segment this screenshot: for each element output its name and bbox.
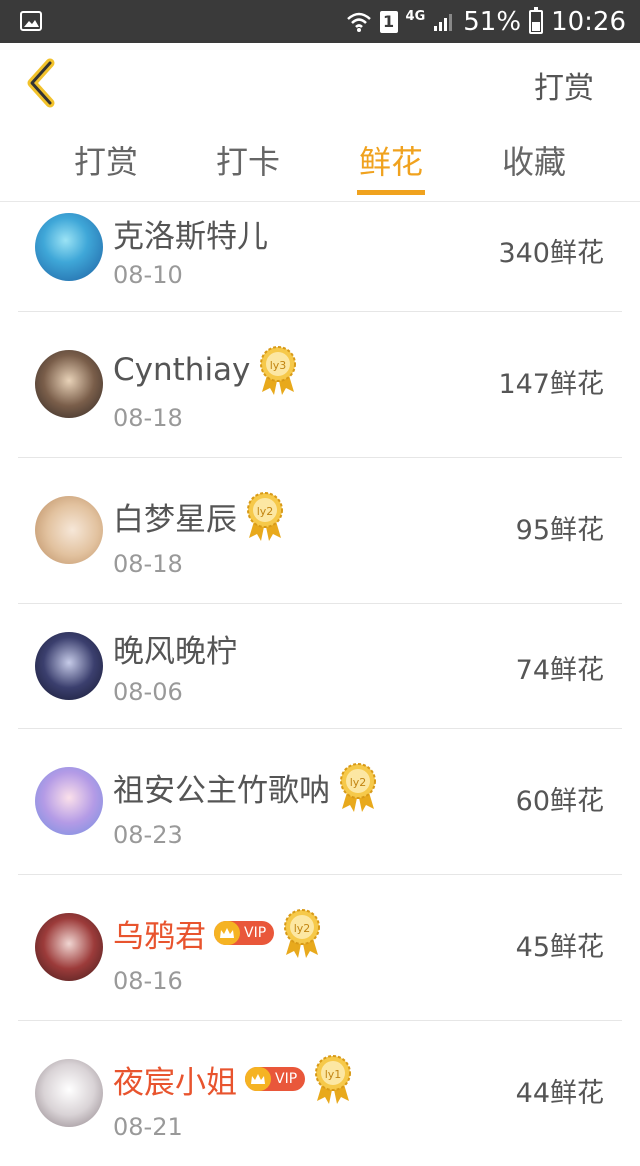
clock: 10:26 [551, 6, 626, 37]
avatar[interactable] [35, 913, 103, 981]
date: 08-16 [113, 967, 183, 995]
list-item[interactable]: 夜宸小姐 VIP ly1 08-21 44鲜花 [18, 1021, 622, 1166]
tab-reward[interactable]: 打赏 [56, 137, 156, 183]
level-badge-icon: ly3 [260, 346, 297, 395]
tab-checkin[interactable]: 打卡 [198, 137, 298, 183]
vip-badge: VIP [214, 921, 275, 945]
crown-icon [245, 1067, 271, 1091]
level-text: ly2 [257, 505, 274, 518]
tab-bar: 打赏 打卡 鲜花 收藏 [0, 123, 640, 202]
level-text: ly2 [350, 776, 367, 789]
vip-badge: VIP [245, 1067, 306, 1091]
list-item[interactable]: 祖安公主竹歌呐 ly2 08-23 60鲜花 [18, 729, 622, 875]
battery-percent: 51% [463, 6, 522, 37]
flower-amount: 60鲜花 [515, 786, 604, 817]
flower-amount: 74鲜花 [515, 655, 604, 686]
level-text: ly2 [294, 922, 311, 935]
user-name: 克洛斯特儿 [113, 219, 268, 255]
status-bar: 1 4G 51% 10:26 [0, 0, 640, 43]
tab-favorites[interactable]: 收藏 [484, 137, 584, 183]
avatar[interactable] [35, 350, 103, 418]
avatar[interactable] [35, 496, 103, 564]
user-name: 晚风晚柠 [113, 634, 237, 670]
network-type: 4G [405, 9, 426, 24]
flower-amount: 44鲜花 [515, 1078, 604, 1109]
flower-amount: 95鲜花 [515, 515, 604, 546]
avatar[interactable] [35, 632, 103, 700]
list-item[interactable]: 乌鸦君 VIP ly2 08-16 45鲜花 [18, 875, 622, 1021]
active-tab-indicator [357, 190, 425, 195]
list-item[interactable]: Cynthiay ly3 08-18 147鲜花 [18, 312, 622, 458]
flower-amount: 147鲜花 [498, 369, 604, 400]
wifi-icon [346, 12, 371, 32]
tab-flowers[interactable]: 鲜花 [341, 137, 441, 183]
vip-label: VIP [244, 925, 267, 941]
chevron-left-icon[interactable] [22, 53, 66, 113]
level-badge-icon: ly1 [315, 1055, 352, 1104]
user-name: 夜宸小姐 [113, 1064, 237, 1101]
user-name: 祖安公主竹歌呐 [113, 772, 330, 809]
user-name: 白梦星辰 [113, 501, 237, 538]
reward-button[interactable]: 打赏 [534, 63, 594, 107]
level-text: ly3 [270, 359, 287, 372]
user-name: Cynthiay [113, 352, 251, 388]
date: 08-18 [113, 550, 183, 578]
avatar[interactable] [35, 213, 103, 281]
level-badge-icon: ly2 [247, 492, 283, 541]
flower-list: 克洛斯特儿 08-10 340鲜花 Cynthiay ly3 08-18 147… [0, 201, 640, 1166]
date: 08-23 [113, 821, 183, 849]
signal-icon [434, 13, 453, 31]
avatar[interactable] [35, 767, 103, 835]
level-badge-icon: ly2 [340, 763, 376, 812]
gallery-notification-icon [20, 11, 42, 31]
list-item[interactable]: 白梦星辰 ly2 08-18 95鲜花 [18, 458, 622, 604]
date: 08-10 [113, 261, 183, 289]
date: 08-06 [113, 678, 183, 706]
level-text: ly1 [325, 1068, 342, 1081]
user-name: 乌鸦君 [113, 918, 206, 955]
vip-label: VIP [275, 1071, 298, 1087]
date: 08-18 [113, 404, 183, 432]
avatar[interactable] [35, 1059, 103, 1127]
header: 打赏 [0, 43, 640, 123]
flower-amount: 340鲜花 [498, 238, 604, 269]
flower-amount: 45鲜花 [515, 932, 604, 963]
crown-icon [214, 921, 240, 945]
list-item[interactable]: 克洛斯特儿 08-10 340鲜花 [18, 201, 622, 312]
level-badge-icon: ly2 [284, 909, 321, 958]
date: 08-21 [113, 1113, 183, 1141]
battery-icon [529, 6, 544, 34]
sim-indicator: 1 [379, 10, 398, 33]
list-item[interactable]: 晚风晚柠 08-06 74鲜花 [18, 604, 622, 729]
